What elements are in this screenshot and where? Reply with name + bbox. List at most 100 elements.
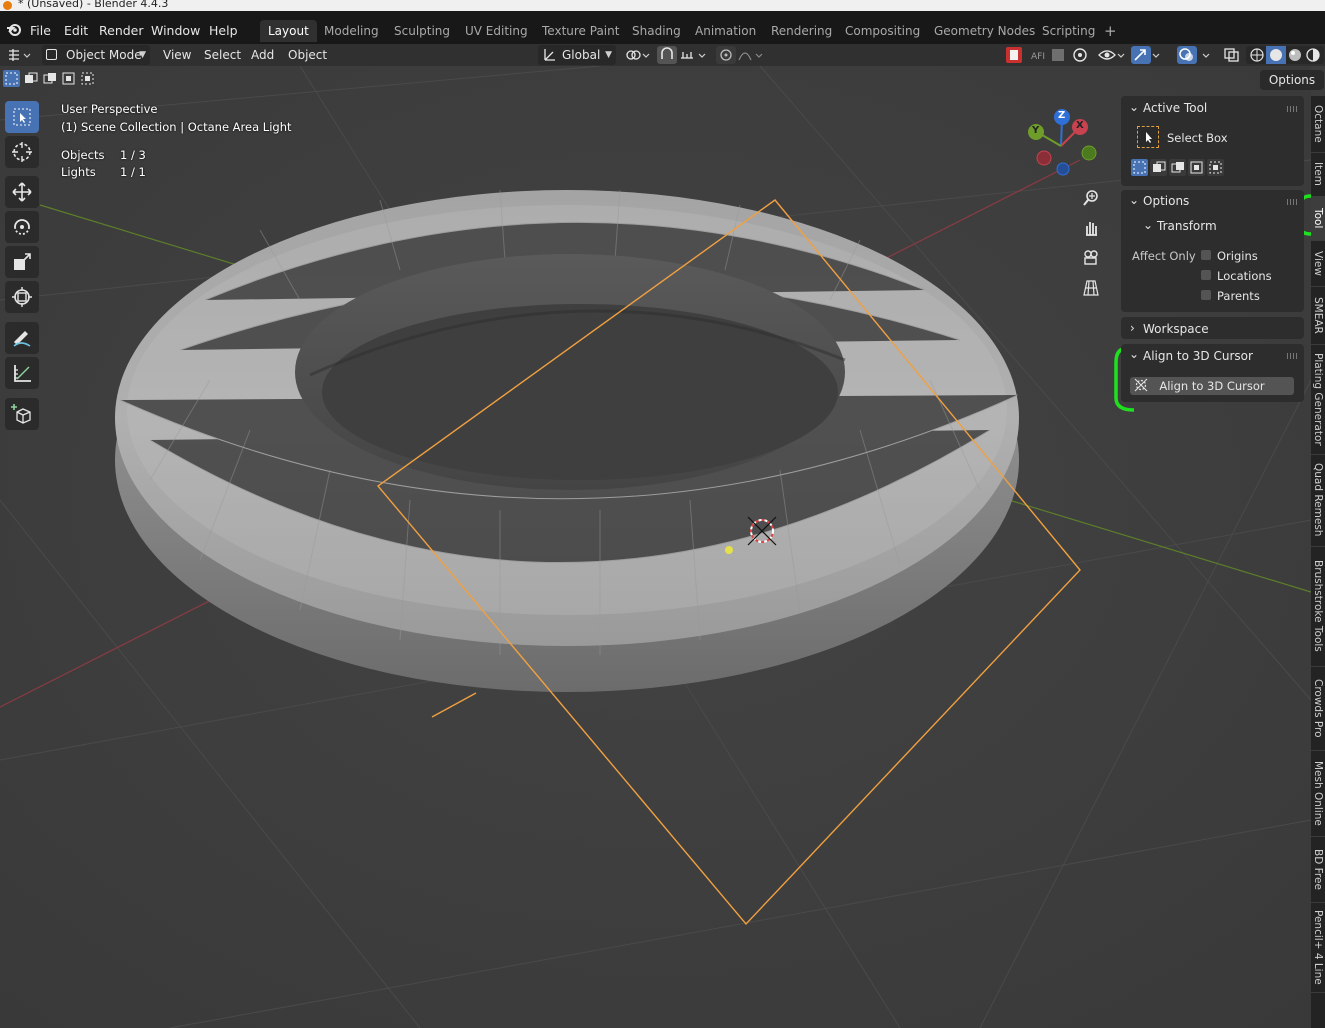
gizmo-toggle-dropdown[interactable] xyxy=(1130,46,1160,65)
zoom-icon[interactable] xyxy=(1076,183,1106,213)
tab-scripting[interactable]: Scripting xyxy=(1034,20,1103,42)
octane-render-icon[interactable] xyxy=(1004,46,1024,65)
align-chevron-icon[interactable]: ⌄ xyxy=(1129,347,1139,361)
proportional-editing-controls[interactable] xyxy=(715,46,767,65)
svg-text:AFI: AFI xyxy=(1031,52,1045,62)
annotate-tool-icon[interactable] xyxy=(5,322,39,354)
add-workspace-button[interactable]: + xyxy=(1096,20,1125,42)
gizmo-y-label: Y xyxy=(1032,125,1040,136)
viewport-toggles[interactable]: AFI xyxy=(1030,46,1100,65)
menu-file[interactable]: File xyxy=(30,21,51,41)
tab-layout[interactable]: Layout xyxy=(260,20,317,42)
tab-rendering[interactable]: Rendering xyxy=(763,20,840,42)
select-extend-icon[interactable] xyxy=(1150,159,1167,176)
editor-type-dropdown[interactable] xyxy=(6,46,32,65)
sidebar-tab-octane[interactable]: Octane xyxy=(1311,96,1325,153)
torus-object[interactable] xyxy=(115,189,1019,692)
workspace-title[interactable]: Workspace xyxy=(1143,322,1209,336)
select-subtract-icon[interactable] xyxy=(1169,159,1186,176)
select-subtract-icon[interactable] xyxy=(41,70,58,87)
tab-texture-paint[interactable]: Texture Paint xyxy=(534,20,627,42)
shading-mode-buttons[interactable] xyxy=(1246,46,1324,65)
menu-render[interactable]: Render xyxy=(99,21,144,41)
select-box-tool-icon[interactable] xyxy=(5,101,39,133)
select-invert-icon[interactable] xyxy=(60,70,77,87)
tab-sculpting[interactable]: Sculpting xyxy=(386,20,458,42)
orientation-label: Global xyxy=(562,48,601,62)
sidebar-tab-view[interactable]: View xyxy=(1311,240,1325,287)
options-title[interactable]: Options xyxy=(1143,194,1189,208)
header-menu-object[interactable]: Object xyxy=(288,46,327,65)
measure-tool-icon[interactable] xyxy=(5,357,39,389)
active-tool-chevron-icon[interactable]: ⌄ xyxy=(1129,100,1139,114)
overlays-dropdown[interactable] xyxy=(1176,46,1216,65)
add-cube-tool-icon[interactable] xyxy=(5,398,39,430)
sidebar-tab-plating-generator[interactable]: Plating Generator xyxy=(1311,344,1325,455)
align-to-cursor-button[interactable]: Align to 3D Cursor xyxy=(1130,377,1294,395)
viewport-collection-label: (1) Scene Collection | Octane Area Light xyxy=(61,120,292,134)
menu-edit[interactable]: Edit xyxy=(64,21,88,41)
sidebar-tab-bd-free[interactable]: BD Free xyxy=(1311,836,1325,903)
select-invert-icon[interactable] xyxy=(1188,159,1205,176)
parents-label: Parents xyxy=(1217,289,1260,303)
options-dropdown[interactable]: Options xyxy=(1260,70,1324,90)
gizmo-x-label: X xyxy=(1076,120,1084,131)
sidebar-tab-smear[interactable]: SMEAR xyxy=(1311,286,1325,345)
snapping-controls[interactable] xyxy=(656,46,710,65)
transform-orientation-dropdown[interactable]: Global ▼ xyxy=(538,45,616,65)
select-new-icon[interactable] xyxy=(1131,159,1148,176)
transform-chevron-icon[interactable]: ⌄ xyxy=(1143,218,1153,232)
blender-menu-icon[interactable] xyxy=(6,21,22,37)
light-origin-dot[interactable] xyxy=(725,546,733,554)
scale-tool-icon[interactable] xyxy=(5,246,39,278)
perspective-toggle-icon[interactable] xyxy=(1076,273,1106,303)
object-mode-label: Object Mode xyxy=(66,48,142,62)
transform-tool-icon[interactable] xyxy=(5,281,39,313)
menu-help[interactable]: Help xyxy=(209,21,238,41)
parents-checkbox[interactable] xyxy=(1201,290,1211,300)
sidebar-tab-pencil-line[interactable]: Pencil+ 4 Line xyxy=(1311,902,1325,993)
rotate-tool-icon[interactable] xyxy=(5,211,39,243)
header-menu-add[interactable]: Add xyxy=(251,46,274,65)
drag-handle-icon[interactable] xyxy=(1287,106,1297,112)
workspace-chevron-icon[interactable]: › xyxy=(1130,321,1135,335)
pivot-point-dropdown[interactable] xyxy=(622,46,652,65)
tab-modeling[interactable]: Modeling xyxy=(316,20,387,42)
select-new-icon[interactable] xyxy=(3,70,20,87)
origins-checkbox[interactable] xyxy=(1201,250,1211,260)
sidebar-tab-brushstroke-tools[interactable]: Brushstroke Tools xyxy=(1311,546,1325,667)
active-tool-mode-buttons xyxy=(1131,159,1239,176)
sidebar-tab-mesh-online[interactable]: Mesh Online xyxy=(1311,750,1325,837)
visibility-eye-dropdown[interactable] xyxy=(1097,46,1127,65)
object-mode-dropdown[interactable]: Object Mode ▼ xyxy=(42,45,150,65)
move-tool-icon[interactable] xyxy=(5,176,39,208)
header-menu-view[interactable]: View xyxy=(163,46,191,65)
select-intersect-icon[interactable] xyxy=(79,70,96,87)
tab-shading[interactable]: Shading xyxy=(624,20,689,42)
drag-handle-icon[interactable] xyxy=(1287,353,1297,359)
menu-window[interactable]: Window xyxy=(151,21,200,41)
sidebar-tab-crowds-pro[interactable]: Crowds Pro xyxy=(1311,666,1325,751)
pan-hand-icon[interactable] xyxy=(1076,213,1106,243)
select-intersect-icon[interactable] xyxy=(1207,159,1224,176)
cursor-tool-icon[interactable] xyxy=(5,136,39,168)
drag-handle-icon[interactable] xyxy=(1287,199,1297,205)
locations-checkbox[interactable] xyxy=(1201,270,1211,280)
sidebar-tab-tool[interactable]: Tool xyxy=(1311,196,1325,241)
transform-subpanel-title[interactable]: Transform xyxy=(1157,219,1217,233)
tab-compositing[interactable]: Compositing xyxy=(837,20,928,42)
sidebar-tab-item[interactable]: Item xyxy=(1311,152,1325,197)
active-tool-title[interactable]: Active Tool xyxy=(1143,101,1207,115)
tab-animation[interactable]: Animation xyxy=(687,20,764,42)
tab-geometry-nodes[interactable]: Geometry Nodes xyxy=(926,20,1043,42)
3d-viewport[interactable] xyxy=(0,66,1311,1028)
select-box-icon[interactable] xyxy=(1137,126,1159,148)
camera-view-icon[interactable] xyxy=(1076,243,1106,273)
header-menu-select[interactable]: Select xyxy=(204,46,241,65)
select-extend-icon[interactable] xyxy=(22,70,39,87)
align-title[interactable]: Align to 3D Cursor xyxy=(1143,349,1253,363)
tab-uv-editing[interactable]: UV Editing xyxy=(457,20,536,42)
options-chevron-icon[interactable]: ⌄ xyxy=(1129,193,1139,207)
sidebar-tab-quad-remesh[interactable]: Quad Remesh xyxy=(1311,454,1325,547)
xray-toggle-icon[interactable] xyxy=(1222,46,1242,65)
